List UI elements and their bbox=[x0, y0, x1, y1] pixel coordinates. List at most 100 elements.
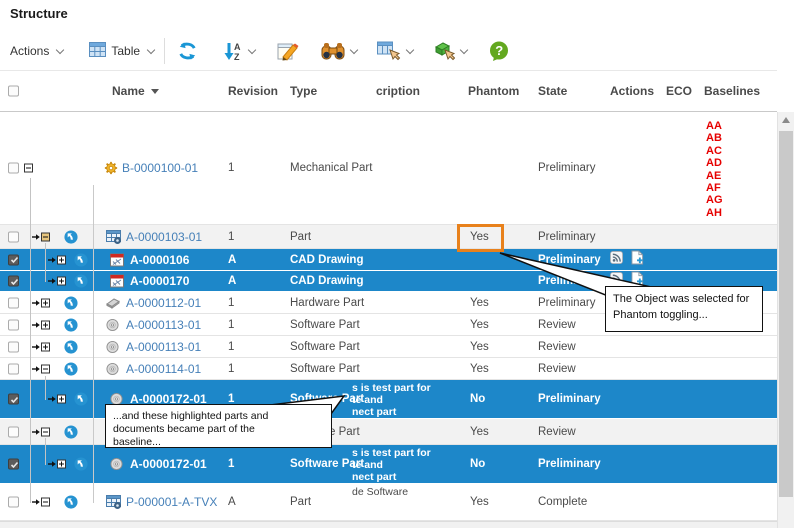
phantom-cell: Yes bbox=[470, 496, 489, 508]
tree-arrow-icon bbox=[48, 395, 56, 403]
tree-expander-plus[interactable] bbox=[41, 298, 50, 307]
tree-expander-plus[interactable] bbox=[57, 255, 66, 264]
tree-arrow-icon bbox=[32, 299, 40, 307]
tree-expander-plus[interactable] bbox=[57, 277, 66, 286]
row-checkbox[interactable] bbox=[8, 319, 19, 330]
column-header-revision[interactable]: Revision bbox=[228, 84, 278, 98]
table-menu-button[interactable]: Table bbox=[83, 42, 160, 60]
tree-arrow-icon bbox=[32, 498, 40, 506]
description-cell: de Software bbox=[352, 486, 456, 498]
sort-icon[interactable]: AZ bbox=[216, 41, 262, 61]
tree-expander-minus[interactable] bbox=[24, 164, 33, 173]
actions-menu-button[interactable]: Actions bbox=[4, 44, 69, 58]
column-header-description[interactable]: cription bbox=[376, 84, 420, 98]
row-checkbox[interactable] bbox=[8, 254, 19, 265]
selection-helper-icon[interactable] bbox=[426, 41, 474, 61]
object-name-link[interactable]: A-0000113-01 bbox=[126, 318, 201, 332]
table-row[interactable]: B-0000100-011Mechanical PartPreliminaryA… bbox=[0, 112, 777, 225]
svg-text:Z: Z bbox=[234, 52, 240, 61]
type-cell: Software Part bbox=[290, 341, 360, 353]
vertical-scrollbar bbox=[777, 112, 794, 528]
column-header-actions[interactable]: Actions bbox=[610, 84, 654, 98]
table-display-icon[interactable] bbox=[370, 41, 420, 61]
baselines-cell: AAABACADAEAFAGAH bbox=[706, 120, 723, 219]
scrollbar-thumb[interactable] bbox=[779, 131, 793, 497]
row-checkbox[interactable] bbox=[8, 297, 19, 308]
software-part-icon bbox=[106, 318, 119, 331]
tree-expander-minus[interactable] bbox=[41, 427, 50, 436]
column-header-name[interactable]: Name bbox=[112, 84, 159, 98]
table-row[interactable]: A-0000114-011Software PartYesReview bbox=[0, 358, 777, 380]
column-header-phantom[interactable]: Phantom bbox=[468, 84, 519, 98]
phantom-cell: No bbox=[470, 393, 485, 405]
revision-cell: A bbox=[228, 275, 236, 287]
svg-text:A: A bbox=[234, 42, 241, 52]
row-checkbox[interactable] bbox=[8, 394, 19, 405]
column-header-eco[interactable]: ECO bbox=[666, 84, 692, 98]
type-cell: Part bbox=[290, 231, 311, 243]
row-checkbox[interactable] bbox=[8, 163, 19, 174]
structure-window: Structure Actions Table AZ bbox=[0, 0, 794, 528]
table-row[interactable]: A-0000113-011Software PartYesReview bbox=[0, 336, 777, 358]
phantom-cell: Yes bbox=[470, 319, 489, 331]
object-name-link[interactable]: A-0000112-01 bbox=[126, 296, 201, 310]
share-icon bbox=[64, 340, 78, 354]
type-cell: Part bbox=[290, 496, 311, 508]
rss-icon[interactable] bbox=[610, 251, 623, 269]
phantom-cell: No bbox=[470, 458, 485, 470]
cad-drawing-icon bbox=[110, 253, 124, 266]
refresh-icon[interactable] bbox=[169, 41, 206, 61]
object-name-link[interactable]: A-0000113-01 bbox=[126, 340, 201, 354]
object-name-link[interactable]: A-0000106 bbox=[130, 253, 189, 267]
tree-arrow-icon bbox=[48, 277, 56, 285]
object-name-link[interactable]: P-000001-A-TVX bbox=[126, 495, 217, 509]
column-header-baselines[interactable]: Baselines bbox=[704, 84, 760, 98]
tree-expander-plus[interactable] bbox=[41, 320, 50, 329]
find-in-structure-icon[interactable] bbox=[314, 42, 364, 61]
select-all-checkbox[interactable] bbox=[8, 86, 19, 97]
tree-expander-minus[interactable] bbox=[41, 498, 50, 507]
table-row[interactable]: A-0000172-011Software Parts is test part… bbox=[0, 445, 777, 484]
baseline-callout: ...and these highlighted parts anddocume… bbox=[105, 404, 332, 448]
row-checkbox[interactable] bbox=[8, 459, 19, 470]
object-name-link[interactable]: A-0000114-01 bbox=[126, 362, 201, 376]
share-icon bbox=[74, 253, 88, 267]
share-icon bbox=[74, 392, 88, 406]
row-checkbox[interactable] bbox=[8, 497, 19, 508]
chevron-down-icon bbox=[350, 45, 358, 53]
tree-expander-plus[interactable] bbox=[41, 342, 50, 351]
toolbar-separator bbox=[164, 38, 165, 64]
tree-arrow-icon bbox=[32, 365, 40, 373]
table-row[interactable]: A-0000106ACAD DrawingPreliminary bbox=[0, 249, 777, 271]
software-part-icon bbox=[106, 362, 119, 375]
row-checkbox[interactable] bbox=[8, 426, 19, 437]
object-name-link[interactable]: A-0000170 bbox=[130, 274, 189, 288]
type-cell: CAD Drawing bbox=[290, 254, 363, 266]
row-checkbox[interactable] bbox=[8, 276, 19, 287]
type-cell: Hardware Part bbox=[290, 297, 364, 309]
help-icon[interactable]: ? bbox=[482, 41, 516, 61]
edit-table-icon[interactable] bbox=[270, 41, 306, 61]
share-icon bbox=[64, 318, 78, 332]
object-name-link[interactable]: A-0000172-01 bbox=[130, 457, 207, 471]
column-header-type[interactable]: Type bbox=[290, 84, 317, 98]
row-checkbox[interactable] bbox=[8, 363, 19, 374]
row-checkbox[interactable] bbox=[8, 341, 19, 352]
add-document-icon[interactable] bbox=[631, 250, 644, 269]
tree-expander-minus[interactable] bbox=[41, 364, 50, 373]
row-checkbox[interactable] bbox=[8, 231, 19, 242]
table-row[interactable]: P-000001-A-TVXAPartde SoftwareYesComplet… bbox=[0, 484, 777, 521]
tree-expander-plus[interactable] bbox=[57, 395, 66, 404]
object-name-link[interactable]: A-0000103-01 bbox=[126, 230, 202, 244]
revision-cell: 1 bbox=[228, 363, 234, 375]
object-name-link[interactable]: B-0000100-01 bbox=[122, 161, 198, 175]
tree-expander-plus[interactable] bbox=[57, 460, 66, 469]
share-icon bbox=[74, 457, 88, 471]
tree-expander-minus[interactable] bbox=[41, 232, 50, 241]
scrollbar-up-arrow[interactable] bbox=[782, 117, 790, 123]
type-cell: Software Part bbox=[290, 363, 360, 375]
state-cell: Preliminary bbox=[538, 162, 596, 174]
table-row[interactable]: A-0000103-011PartYesPreliminary bbox=[0, 225, 777, 249]
revision-cell: 1 bbox=[228, 231, 234, 243]
column-header-state[interactable]: State bbox=[538, 84, 567, 98]
